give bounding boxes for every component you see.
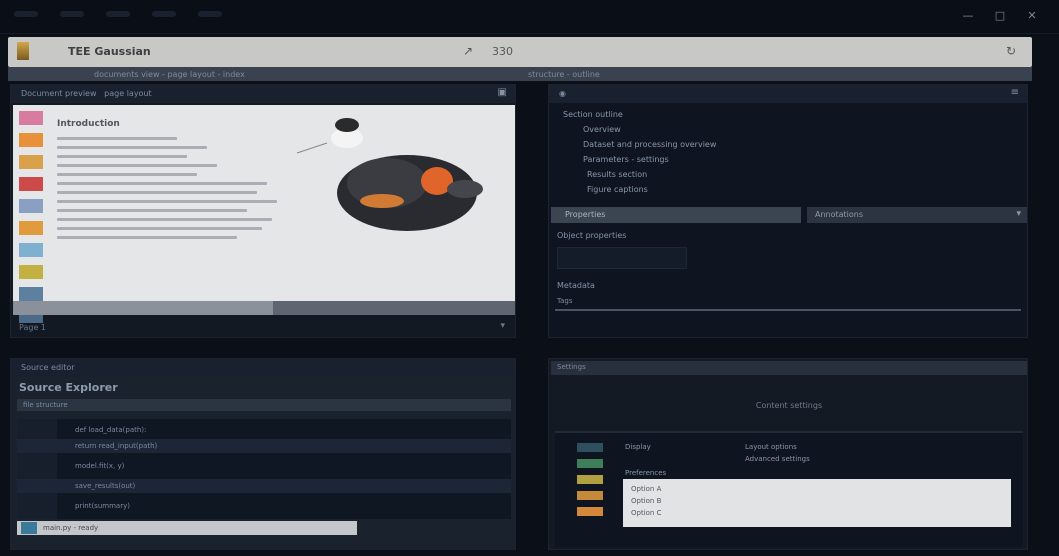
window-controls: — □ ✕ — [961, 10, 1039, 22]
page-thumbnail[interactable] — [19, 265, 43, 279]
explorer-subtitle: file structure — [17, 399, 511, 411]
breadcrumb: documents view - page layout - index str… — [8, 67, 1032, 81]
code-line[interactable]: return read_input(path) — [17, 439, 511, 453]
menu-item[interactable] — [14, 11, 38, 17]
minimize-button[interactable]: — — [961, 10, 975, 22]
outline-pane: ◉ ≡ Section outline Overview Dataset and… — [548, 84, 1028, 338]
tree-item[interactable]: Section outline — [563, 107, 716, 122]
tree-item[interactable]: Figure captions — [563, 182, 716, 197]
settings-pane: Settings Content settings Display Layout… — [548, 358, 1028, 550]
page-thumbnail[interactable] — [19, 221, 43, 235]
page-thumbnail[interactable] — [19, 133, 43, 147]
tree-item[interactable]: Overview — [563, 122, 716, 137]
doc-title: Introduction — [57, 119, 120, 129]
setting-icon[interactable] — [577, 507, 603, 516]
tab-label: Annotations — [815, 210, 864, 219]
arrow-icon[interactable]: ↗ — [463, 44, 473, 58]
explorer-title: Source Explorer — [19, 381, 118, 394]
code-line[interactable]: def load_data(path): — [17, 423, 511, 437]
close-button[interactable]: ✕ — [1025, 10, 1039, 22]
window-title: TEE Gaussian — [68, 45, 151, 58]
setting-icon[interactable] — [577, 443, 603, 452]
chevron-down-icon[interactable]: ▾ — [500, 321, 505, 331]
menu-icon[interactable]: ≡ — [1011, 87, 1019, 98]
advanced-settings-link[interactable]: Advanced settings — [745, 455, 810, 463]
status-text: main.py - ready — [43, 524, 99, 532]
option-item[interactable]: Option B — [631, 497, 661, 505]
code-line[interactable]: save_results(out) — [17, 479, 511, 493]
page-thumbnail[interactable] — [19, 287, 43, 301]
layout-options-link[interactable]: Layout options — [745, 443, 797, 451]
pane-header: Settings — [551, 361, 1027, 375]
pane-subtitle: page layout — [104, 89, 152, 98]
setting-icon[interactable] — [577, 459, 603, 468]
code-line[interactable]: print(summary) — [17, 499, 511, 513]
tab-properties[interactable]: Properties — [551, 207, 801, 223]
page-thumbnail[interactable] — [19, 243, 43, 257]
file-icon — [21, 522, 37, 534]
maximize-button[interactable]: □ — [993, 10, 1007, 22]
preferences-label: Preferences — [625, 469, 667, 477]
pane-title: Document preview — [21, 89, 97, 98]
setting-icon[interactable] — [577, 475, 603, 484]
source-editor-pane: Source editor Source Explorer file struc… — [10, 358, 516, 550]
pane-header: Source editor — [11, 359, 515, 377]
tags-label: Tags — [557, 297, 573, 305]
menu-item[interactable] — [60, 11, 84, 17]
thumbnail-list — [19, 111, 49, 331]
pane-title: ◉ — [559, 89, 566, 98]
figure-illustration — [296, 118, 483, 231]
page-thumbnail[interactable] — [19, 111, 43, 125]
pane-title: Source editor — [21, 363, 75, 372]
page-thumbnail[interactable] — [19, 199, 43, 213]
page-status: Page 1 — [19, 323, 46, 332]
document-preview-pane: Document preview page layout ▣ Introduct… — [10, 84, 516, 338]
pane-header: ◉ ≡ — [549, 85, 1027, 103]
reload-icon[interactable]: ↻ — [1006, 44, 1016, 58]
outline-tree: Section outline Overview Dataset and pro… — [563, 107, 716, 197]
code-editor[interactable]: def load_data(path): return read_input(p… — [17, 419, 511, 519]
menu-item[interactable] — [198, 11, 222, 17]
tree-item[interactable]: Parameters - settings — [563, 152, 716, 167]
app-icon — [17, 42, 29, 60]
breadcrumb-left: documents view - page layout - index — [94, 70, 245, 79]
properties-tabs: Properties Annotations ▾ — [551, 207, 1027, 223]
code-line[interactable]: model.fit(x, y) — [17, 459, 511, 473]
menu-dots — [14, 11, 222, 17]
display-label: Display — [625, 443, 651, 451]
option-item[interactable]: Option C — [631, 509, 661, 517]
setting-icon[interactable] — [577, 491, 603, 500]
field-label: Object properties — [557, 231, 627, 240]
status-bar: main.py - ready — [17, 521, 357, 535]
settings-title: Content settings — [755, 401, 823, 410]
tree-item[interactable]: Results section — [563, 167, 716, 182]
tab-annotations[interactable]: Annotations ▾ — [807, 207, 1027, 223]
document-footer — [13, 301, 515, 315]
address-bar[interactable]: TEE Gaussian ↗ 330 ↻ — [8, 37, 1032, 67]
breadcrumb-right: structure - outline — [528, 70, 600, 79]
close-icon[interactable]: ▾ — [1016, 209, 1021, 219]
tree-item[interactable]: Dataset and processing overview — [563, 137, 716, 152]
menu-item[interactable] — [106, 11, 130, 17]
divider — [555, 309, 1021, 311]
page-count: 330 — [492, 45, 513, 58]
title-bar: — □ ✕ — [0, 0, 1059, 34]
settings-panel: Display Layout options Advanced settings… — [555, 431, 1023, 547]
settings-icons — [577, 443, 609, 523]
metadata-label: Metadata — [557, 281, 595, 290]
menu-item[interactable] — [152, 11, 176, 17]
expand-icon[interactable]: ▣ — [498, 87, 507, 98]
document-page: Introduction — [13, 105, 515, 323]
option-item[interactable]: Option A — [631, 485, 661, 493]
pane-header: Document preview page layout ▣ — [11, 85, 515, 103]
options-card[interactable]: Option A Option B Option C — [623, 479, 1011, 527]
page-thumbnail[interactable] — [19, 155, 43, 169]
page-thumbnail[interactable] — [19, 177, 43, 191]
property-input[interactable] — [557, 247, 687, 269]
document-text: Introduction — [57, 119, 277, 245]
